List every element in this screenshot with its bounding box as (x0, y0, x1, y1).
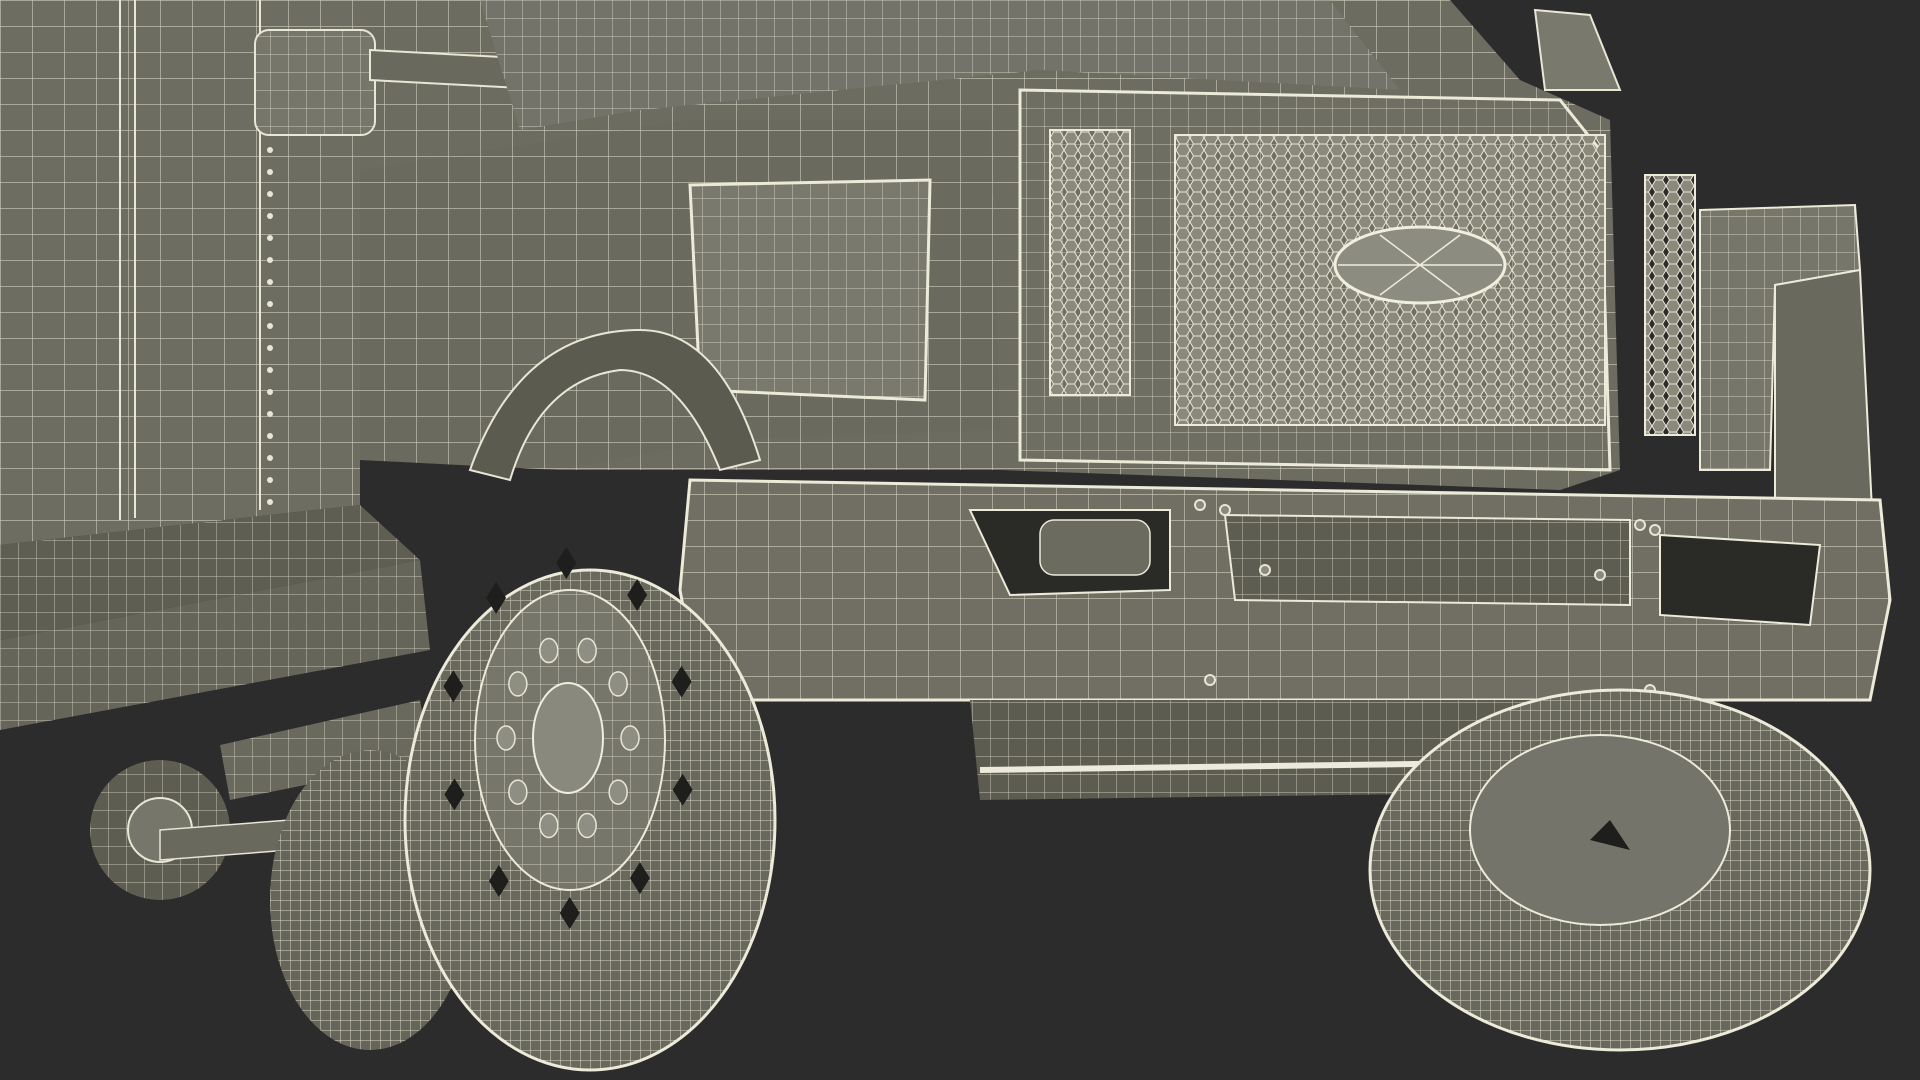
rivet (267, 345, 273, 351)
rivet (267, 477, 273, 483)
rivet (267, 301, 273, 307)
corner-light-right (1699, 203, 1874, 512)
rivet (267, 389, 273, 395)
rivet (267, 213, 273, 219)
lug-nut (577, 812, 597, 839)
grille-mesh-right (1644, 174, 1696, 436)
bolt (1259, 564, 1271, 576)
rivet (267, 323, 273, 329)
bolt (1634, 519, 1646, 531)
rivet (267, 433, 273, 439)
rivet (267, 279, 273, 285)
lug-nut (608, 779, 628, 805)
rivet (267, 235, 273, 241)
lug-nut (620, 725, 640, 751)
grille-emblem (1333, 225, 1507, 305)
lug-nut (608, 671, 628, 697)
bumper-cutout-center (1223, 513, 1631, 607)
hood-ornament (1533, 8, 1622, 91)
bolt (1194, 499, 1206, 511)
lug-nut (539, 812, 559, 839)
headlight-housing (688, 178, 932, 402)
bolt (1219, 504, 1231, 516)
rivet (267, 455, 273, 461)
truck-wireframe-render (0, 0, 1892, 1072)
bolt (1204, 674, 1216, 686)
rivet (267, 191, 273, 197)
bolt (1594, 569, 1606, 581)
lug-nut (508, 671, 528, 697)
render-viewport (0, 0, 1920, 1080)
lug-nut (508, 779, 528, 805)
lug-nut (496, 725, 516, 751)
lug-nut (577, 637, 597, 664)
front-wheel-right (1368, 688, 1872, 1052)
rivet (267, 367, 273, 373)
bumper-cutout-right (1659, 533, 1822, 627)
rivet (267, 499, 273, 505)
rivet (267, 257, 273, 263)
bolt (1649, 524, 1661, 536)
lug-nut (539, 637, 559, 664)
rivet (267, 411, 273, 417)
rivet (267, 169, 273, 175)
rivet (267, 147, 273, 153)
grille-mesh-left (1049, 129, 1131, 396)
